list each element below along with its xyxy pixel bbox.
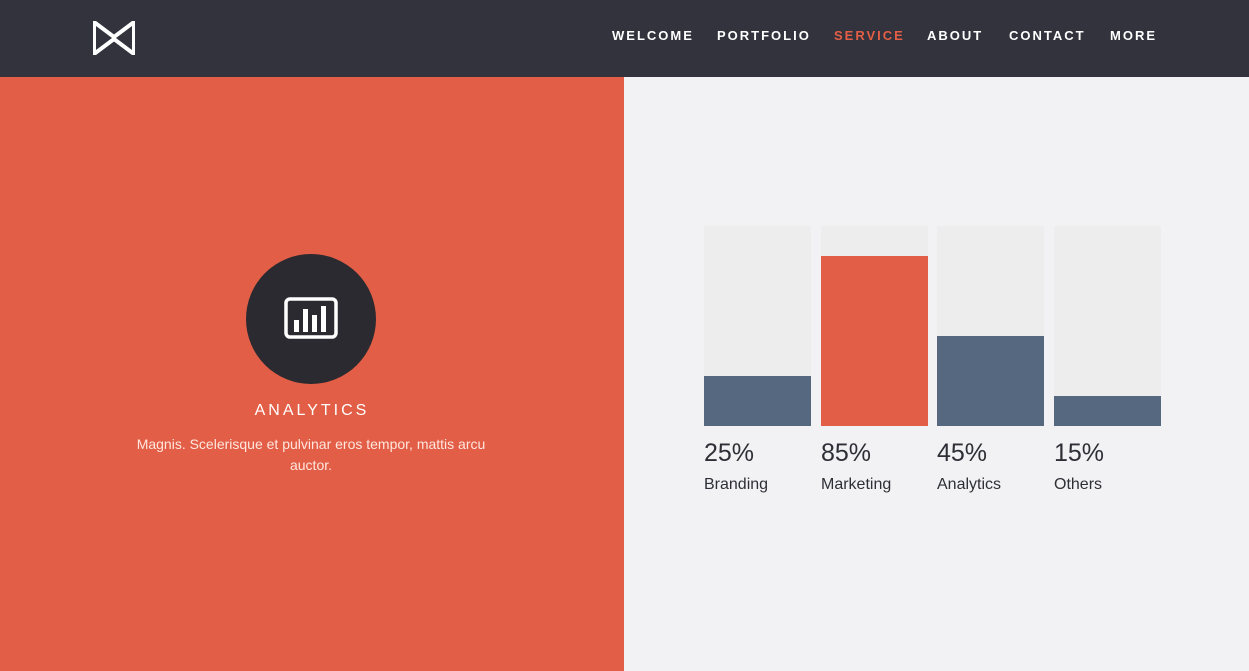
- bar-others: [1054, 396, 1161, 426]
- bar-category-label: Analytics: [937, 476, 1002, 493]
- bar-category-label: Marketing: [821, 476, 892, 493]
- nav-item-portfolio[interactable]: PORTFOLIO: [717, 28, 811, 43]
- nav-item-service[interactable]: SERVICE: [834, 28, 905, 43]
- bar-track: [704, 226, 811, 426]
- nav-item-about[interactable]: ABOUT: [927, 28, 983, 43]
- nav-item-contact[interactable]: CONTACT: [1009, 28, 1086, 43]
- bowtie-logo-icon[interactable]: [92, 18, 136, 58]
- feature-panel: ANALYTICS Magnis. Scelerisque et pulvina…: [0, 77, 624, 671]
- bar-value-label: 25%: [704, 439, 755, 467]
- bar-value-label: 45%: [937, 439, 988, 467]
- bar-category-label: Branding: [704, 476, 769, 493]
- feature-title: ANALYTICS: [254, 402, 370, 419]
- percentage-bar-chart: 25% Branding 85% Marketing 45% Analytics 15% Ot…: [704, 226, 1161, 506]
- bar-track: [937, 226, 1044, 426]
- feature-description: Magnis. Scelerisque et pulvinar eros tem…: [136, 436, 486, 473]
- bar-track: [821, 226, 928, 426]
- bar-category-label: Others: [1054, 476, 1103, 493]
- bar-marketing: [821, 256, 928, 426]
- bar-track: [1054, 226, 1161, 426]
- nav-item-welcome[interactable]: WELCOME: [612, 28, 694, 43]
- bar-branding: [704, 376, 811, 426]
- nav-item-more[interactable]: MORE: [1110, 28, 1157, 43]
- bar-value-label: 85%: [821, 439, 872, 467]
- bar-value-label: 15%: [1054, 439, 1105, 467]
- bar-analytics: [937, 336, 1044, 426]
- bar-chart-icon: [284, 297, 338, 339]
- feature-icon-circle: [246, 254, 376, 384]
- top-navigation-bar: WELCOME PORTFOLIO SERVICE ABOUT CONTACT …: [0, 0, 1249, 77]
